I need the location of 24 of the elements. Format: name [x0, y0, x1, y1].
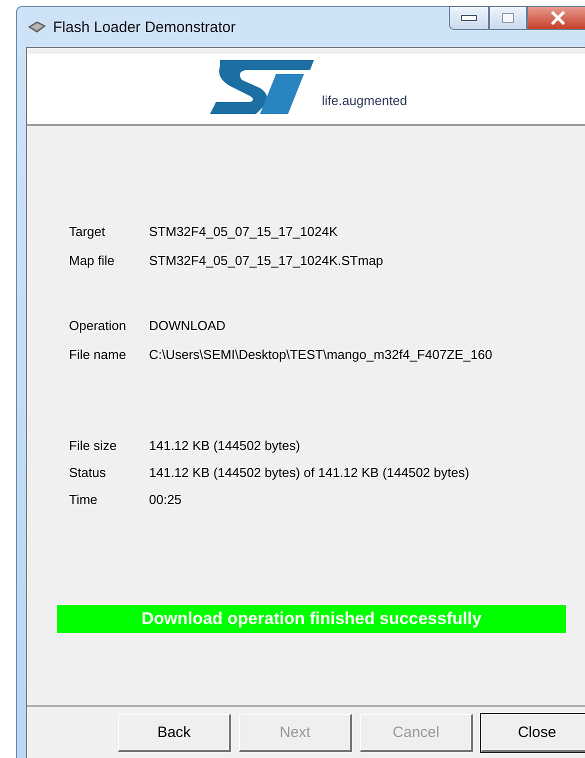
wizard-button[interactable]: Back: [118, 714, 231, 752]
window-title: Flash Loader Demonstrator: [53, 18, 236, 36]
field-label: Map file: [69, 252, 116, 270]
field-value: C:\Users\SEMI\Desktop\TEST\mango_m32f4_F407ZE_160: [149, 346, 492, 364]
chip-icon: [27, 21, 47, 33]
close-icon: [550, 11, 566, 25]
field-value: 141.12 KB (144502 bytes) of 141.12 KB (144502 bytes): [149, 464, 470, 482]
status-message: Download operation finished successfully: [57, 605, 566, 633]
field-value: DOWNLOAD: [149, 317, 226, 335]
field-label: Target: [69, 223, 106, 241]
wizard-button[interactable]: Close: [481, 714, 585, 752]
field-label: File name: [69, 346, 128, 364]
field-label: File size: [69, 437, 118, 455]
tagline: life.augmented: [322, 93, 408, 110]
close-button[interactable]: [527, 6, 585, 30]
field-value: 00:25: [149, 491, 182, 509]
maximize-button[interactable]: [489, 6, 527, 30]
field-label: Status: [69, 464, 107, 482]
field-value: 141.12 KB (144502 bytes): [149, 437, 300, 455]
minimize-button[interactable]: [449, 6, 489, 30]
field-label: Operation: [69, 317, 128, 335]
field-value: STM32F4_05_07_15_17_1024K.STmap: [149, 252, 384, 270]
field-value: STM32F4_05_07_15_17_1024K: [149, 223, 338, 241]
field-label: Time: [69, 491, 98, 509]
